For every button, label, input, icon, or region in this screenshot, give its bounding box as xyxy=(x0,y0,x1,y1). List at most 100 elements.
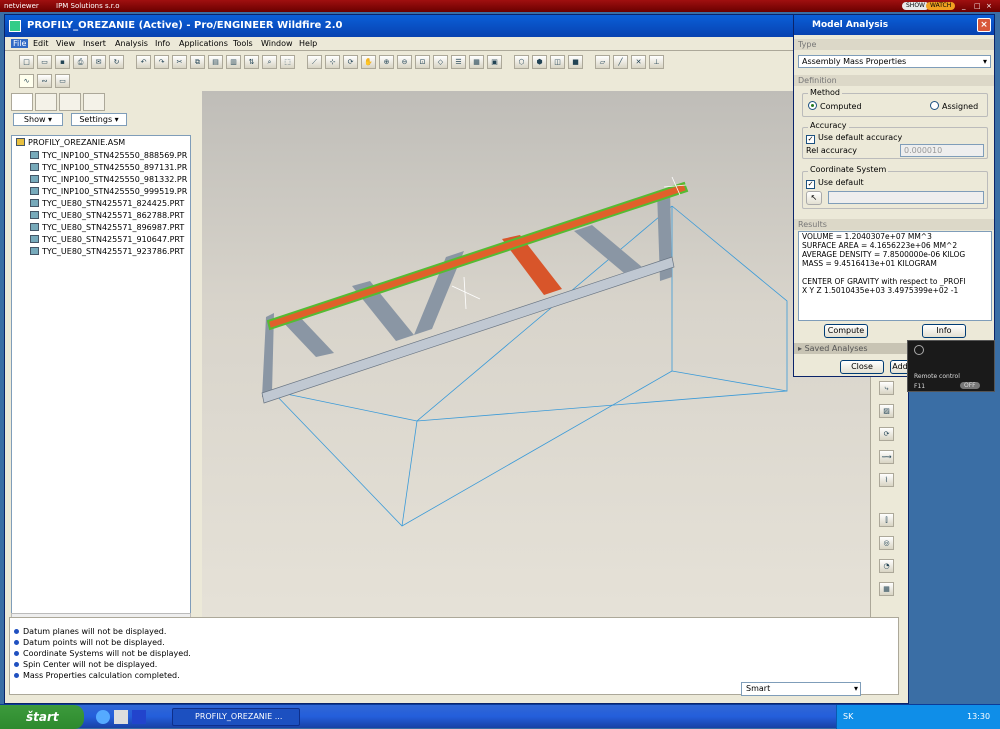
grid-icon[interactable]: ▦ xyxy=(879,582,894,596)
tree-item[interactable]: TYC_INP100_STN425550_981332.PR xyxy=(30,175,187,184)
layers-icon[interactable]: ▦ xyxy=(469,55,484,69)
tree-item[interactable]: TYC_INP100_STN425550_999519.PR xyxy=(30,187,187,196)
extrude-icon[interactable]: ▨ xyxy=(879,404,894,418)
graphics-window[interactable] xyxy=(202,91,870,628)
select-csys-button[interactable]: ↖ xyxy=(806,191,822,205)
print-icon[interactable]: ⎙ xyxy=(73,55,88,69)
regenerate-icon[interactable]: ↻ xyxy=(109,55,124,69)
start-button[interactable]: štart xyxy=(0,705,84,729)
desktop-icon[interactable] xyxy=(114,710,128,724)
menu-view[interactable]: View xyxy=(56,39,75,48)
watch-button[interactable]: WATCH xyxy=(926,2,956,10)
maximize-icon[interactable]: □ xyxy=(974,0,981,12)
remote-off-toggle[interactable]: OFF xyxy=(960,382,980,389)
cut-icon[interactable]: ✂ xyxy=(172,55,187,69)
hidden-line-icon[interactable]: ⬢ xyxy=(532,55,547,69)
menu-info[interactable]: Info xyxy=(155,39,170,48)
close-icon[interactable]: × xyxy=(977,18,991,32)
show-dropdown[interactable]: Show ▾ xyxy=(13,113,63,126)
csys-input[interactable] xyxy=(828,191,984,204)
menu-file[interactable]: File xyxy=(11,39,29,48)
tab-favorites[interactable] xyxy=(59,93,81,111)
info-button[interactable]: Info xyxy=(922,324,966,338)
datum-planes-icon[interactable]: ▱ xyxy=(595,55,610,69)
menu-applications[interactable]: Applications xyxy=(179,39,228,48)
undo-icon[interactable]: ↶ xyxy=(136,55,151,69)
language-indicator[interactable]: SK xyxy=(843,705,853,729)
zoom-in-icon[interactable]: ⊕ xyxy=(379,55,394,69)
menu-tools[interactable]: Tools xyxy=(233,39,253,48)
tree-item[interactable]: TYC_UE80_STN425571_862788.PRT xyxy=(30,211,184,220)
tree-item[interactable]: TYC_UE80_STN425571_824425.PRT xyxy=(30,199,184,208)
tree-item[interactable]: TYC_INP100_STN425550_897131.PR xyxy=(30,163,187,172)
show-button[interactable]: SHOW xyxy=(902,2,929,10)
feature-icon[interactable]: ⤷ xyxy=(879,381,894,395)
word-icon[interactable] xyxy=(132,710,146,724)
taskbar-item-proe[interactable]: PROFILY_OREZANIE ... xyxy=(172,708,300,726)
paste-icon[interactable]: ▤ xyxy=(208,55,223,69)
find-icon[interactable]: ⌕ xyxy=(262,55,277,69)
regen-icon[interactable]: ⇅ xyxy=(244,55,259,69)
paste-special-icon[interactable]: ▥ xyxy=(226,55,241,69)
repaint-icon[interactable]: ▣ xyxy=(487,55,502,69)
orient-icon[interactable]: ◇ xyxy=(433,55,448,69)
zoom-out-icon[interactable]: ⊖ xyxy=(397,55,412,69)
revolve-icon[interactable]: ⟳ xyxy=(879,427,894,441)
pan-icon[interactable]: ✋ xyxy=(361,55,376,69)
menu-analysis[interactable]: Analysis xyxy=(115,39,148,48)
datum-icon[interactable]: ⊹ xyxy=(325,55,340,69)
link-icon[interactable]: ∾ xyxy=(37,74,52,88)
copy-icon[interactable]: ⧉ xyxy=(190,55,205,69)
rel-accuracy-input[interactable]: 0.000010 xyxy=(900,144,984,157)
tab-folder-browser[interactable] xyxy=(35,93,57,111)
pattern-icon[interactable]: ◎ xyxy=(879,536,894,550)
cross-section-icon[interactable]: ▭ xyxy=(55,74,70,88)
blend-icon[interactable]: ⌇ xyxy=(879,473,894,487)
open-icon[interactable]: ▭ xyxy=(37,55,52,69)
datum-points-icon[interactable]: ✕ xyxy=(631,55,646,69)
menu-window[interactable]: Window xyxy=(261,39,293,48)
close-button[interactable]: Close xyxy=(840,360,884,374)
csys-icon[interactable]: ⊥ xyxy=(649,55,664,69)
select-box-icon[interactable]: ⬚ xyxy=(280,55,295,69)
ie-icon[interactable] xyxy=(96,710,110,724)
sweep-icon[interactable]: ⟿ xyxy=(879,450,894,464)
tree-item[interactable]: TYC_UE80_STN425571_896987.PRT xyxy=(30,223,184,232)
filter-dropdown[interactable]: Smart ▾ xyxy=(741,682,861,696)
new-icon[interactable]: □ xyxy=(19,55,34,69)
tab-connections[interactable] xyxy=(83,93,105,111)
no-hidden-icon[interactable]: ◫ xyxy=(550,55,565,69)
refit-icon[interactable]: ⊡ xyxy=(415,55,430,69)
shading-icon[interactable]: ■ xyxy=(568,55,583,69)
spin-icon[interactable]: ⟳ xyxy=(343,55,358,69)
saved-views-icon[interactable]: ☰ xyxy=(451,55,466,69)
datum-axes-icon[interactable]: ╱ xyxy=(613,55,628,69)
menu-help[interactable]: Help xyxy=(299,39,317,48)
type-dropdown[interactable]: Assembly Mass Properties ▾ xyxy=(798,55,991,68)
tree-root[interactable]: PROFILY_OREZANIE.ASM xyxy=(16,138,125,147)
datum-curve-icon[interactable]: ∿ xyxy=(19,74,34,88)
tab-model-tree[interactable] xyxy=(11,93,33,111)
menu-edit[interactable]: Edit xyxy=(33,39,49,48)
tree-item[interactable]: TYC_UE80_STN425571_923786.PRT xyxy=(30,247,184,256)
assigned-radio[interactable]: Assigned xyxy=(930,101,978,111)
redo-icon[interactable]: ↷ xyxy=(154,55,169,69)
settings-dropdown[interactable]: Settings ▾ xyxy=(71,113,127,126)
default-accuracy-checkbox[interactable]: ✓ Use default accuracy xyxy=(806,133,902,144)
save-icon[interactable]: ▪ xyxy=(55,55,70,69)
computed-radio[interactable]: Computed xyxy=(808,101,862,111)
close-icon[interactable]: × xyxy=(986,0,992,12)
mirror-icon[interactable]: ⫿ xyxy=(879,513,894,527)
use-default-checkbox[interactable]: ✓ Use default xyxy=(806,178,864,189)
tree-item[interactable]: TYC_UE80_STN425571_910647.PRT xyxy=(30,235,184,244)
tree-item[interactable]: TYC_INP100_STN425550_888569.PR xyxy=(30,151,187,160)
minimize-icon[interactable]: _ xyxy=(962,0,966,12)
email-icon[interactable]: ✉ xyxy=(91,55,106,69)
menu-insert[interactable]: Insert xyxy=(83,39,106,48)
message-line: Coordinate Systems will not be displayed… xyxy=(14,649,191,658)
round-icon[interactable]: ◔ xyxy=(879,559,894,573)
compute-button[interactable]: Compute xyxy=(824,324,868,338)
sketch-icon[interactable]: ⟋ xyxy=(307,55,322,69)
power-icon[interactable] xyxy=(914,345,924,355)
wireframe-icon[interactable]: ⬡ xyxy=(514,55,529,69)
